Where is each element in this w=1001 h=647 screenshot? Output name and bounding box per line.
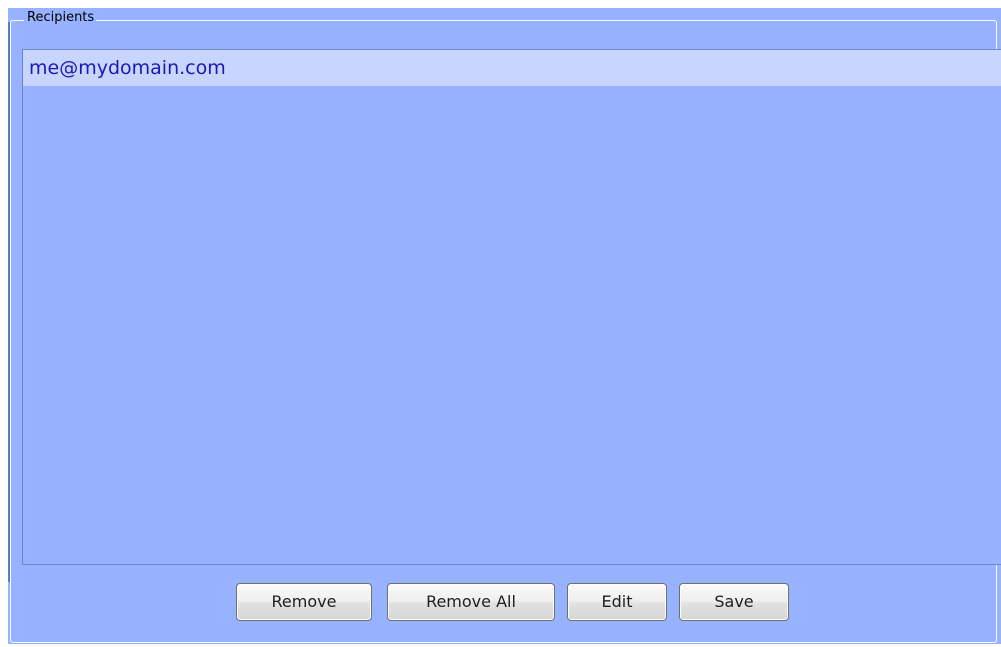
edit-button[interactable]: Edit <box>567 583 667 621</box>
save-button[interactable]: Save <box>679 583 789 621</box>
recipients-group-title: Recipients <box>24 10 97 26</box>
recipient-email: me@mydomain.com <box>29 57 226 79</box>
list-item[interactable]: me@mydomain.com <box>23 50 1001 86</box>
remove-all-button[interactable]: Remove All <box>387 583 555 621</box>
recipients-listbox[interactable]: me@mydomain.com <box>22 49 1001 565</box>
remove-button[interactable]: Remove <box>236 583 372 621</box>
